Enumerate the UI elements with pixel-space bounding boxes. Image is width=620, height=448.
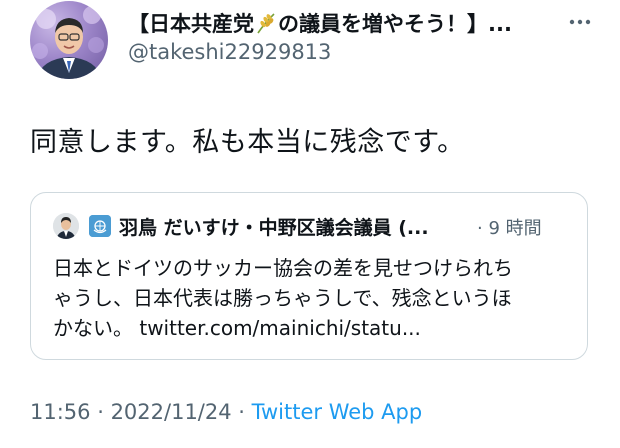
quoted-text-line: 日本とドイツのサッカー協会の差を見せつけられち: [53, 256, 513, 280]
tweet-footer: 11:56 · 2022/11/24 · Twitter Web App: [30, 400, 422, 424]
tweet-text: 同意します。私も本当に残念です。: [30, 127, 465, 158]
un-flag-icon: [89, 215, 111, 237]
quoted-author-name: 羽鳥 だいすけ・中野区議会議員 (...: [119, 217, 429, 239]
source-app-link[interactable]: Twitter Web App: [252, 400, 423, 424]
display-name-suffix: の議員を増やそう！】...: [278, 12, 512, 36]
author-avatar[interactable]: [30, 1, 108, 79]
more-options-button[interactable]: [566, 12, 594, 32]
author-handle[interactable]: @takeshi22929813: [128, 40, 331, 64]
quoted-author-avatar: [53, 213, 79, 239]
author-display-name[interactable]: 【日本共産党 の議員を増やそう！】...: [128, 8, 548, 38]
quoted-tweet-time: · 9 時間: [477, 218, 542, 239]
display-name-prefix: 【日本共産党: [128, 12, 254, 36]
footer-separator: ·: [231, 400, 252, 424]
rice-plant-icon: [254, 12, 278, 34]
more-icon: [569, 19, 591, 25]
tweet-time[interactable]: 11:56: [30, 400, 91, 424]
avatar-photo: [32, 6, 104, 79]
quoted-tweet-text: 日本とドイツのサッカー協会の差を見せつけられち ゃうし、日本代表は勝っちゃうしで…: [53, 253, 573, 343]
footer-separator: ·: [90, 400, 111, 424]
quoted-text-line: ゃうし、日本代表は勝っちゃうしで、残念というほ: [53, 286, 512, 310]
tweet-date[interactable]: 2022/11/24: [111, 400, 232, 424]
quoted-text-line: かない。 twitter.com/mainichi/statu...: [53, 316, 421, 340]
quoted-tweet-card[interactable]: 羽鳥 だいすけ・中野区議会議員 (... · 9 時間 日本とドイツのサッカー協…: [30, 192, 588, 360]
